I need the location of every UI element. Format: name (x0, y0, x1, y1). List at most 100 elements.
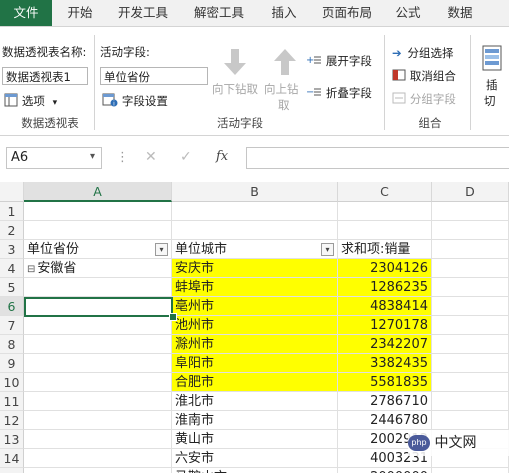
table-cell[interactable] (432, 373, 509, 392)
table-cell[interactable] (432, 392, 509, 411)
column-header-a[interactable]: A (24, 182, 172, 202)
city-cell[interactable]: 蚌埠市 (172, 278, 338, 297)
column-header-c[interactable]: C (338, 182, 432, 202)
city-cell[interactable]: 合肥市 (172, 373, 338, 392)
table-cell[interactable] (24, 373, 172, 392)
row-header[interactable]: 3 (0, 240, 24, 259)
table-cell[interactable] (24, 316, 172, 335)
city-cell[interactable]: 滁州市 (172, 335, 338, 354)
sales-value-cell[interactable]: 2446780 (338, 411, 432, 430)
table-cell[interactable] (432, 297, 509, 316)
pivot-options-button[interactable]: 选项 ▾ (4, 91, 57, 109)
pivot-name-input[interactable]: 数据透视表1 (2, 67, 88, 85)
table-cell[interactable] (432, 468, 509, 473)
table-cell[interactable] (24, 335, 172, 354)
name-box-dropdown-icon[interactable]: ▾ (90, 151, 95, 162)
drill-up-button[interactable]: 向上钻 取 (264, 43, 304, 113)
table-cell[interactable] (432, 240, 509, 259)
table-cell[interactable] (24, 297, 172, 316)
formula-input[interactable] (246, 147, 509, 169)
tab-data[interactable]: 数据 (438, 0, 482, 26)
table-cell[interactable] (24, 221, 172, 240)
table-cell[interactable] (432, 202, 509, 221)
row-header[interactable]: 7 (0, 316, 24, 335)
tab-home[interactable]: 开始 (58, 0, 102, 26)
filter-dropdown-icon[interactable]: ▾ (155, 243, 168, 256)
row-header[interactable]: 13 (0, 430, 24, 449)
tab-file[interactable]: 文件 (0, 0, 52, 26)
table-cell[interactable] (24, 411, 172, 430)
sales-value-cell[interactable]: 2342207 (338, 335, 432, 354)
field-settings-button[interactable]: i 字段设置 (102, 91, 168, 109)
city-cell[interactable]: 阜阳市 (172, 354, 338, 373)
row-header[interactable]: 10 (0, 373, 24, 392)
row-header[interactable]: 8 (0, 335, 24, 354)
sales-value-cell[interactable]: 5581835 (338, 373, 432, 392)
row-header[interactable]: 1 (0, 202, 24, 221)
table-cell[interactable] (432, 316, 509, 335)
table-cell[interactable] (24, 278, 172, 297)
enter-icon[interactable]: ✓ (180, 149, 192, 165)
city-cell[interactable]: 安庆市 (172, 259, 338, 278)
group-field-button[interactable]: 分组字段 (392, 91, 456, 107)
row-header[interactable]: 6 (0, 297, 24, 316)
table-cell[interactable] (432, 221, 509, 240)
name-box[interactable]: A6 (6, 147, 102, 169)
table-cell[interactable] (24, 449, 172, 468)
table-cell[interactable] (24, 430, 172, 449)
sales-value-cell[interactable]: 3382435 (338, 354, 432, 373)
city-cell[interactable]: 黄山市 (172, 430, 338, 449)
insert-slicer-button[interactable]: 插 切 (478, 43, 509, 113)
tab-insert[interactable]: 插入 (262, 0, 306, 26)
collapse-toggle-icon[interactable]: ⊟ (27, 264, 35, 275)
filter-dropdown-icon[interactable]: ▾ (321, 243, 334, 256)
province-cell[interactable]: ⊟ 安徽省 (24, 259, 172, 278)
sales-value-cell[interactable]: 4838414 (338, 297, 432, 316)
active-field-input[interactable]: 单位省份 (100, 67, 208, 85)
city-cell[interactable]: 淮北市 (172, 392, 338, 411)
table-cell[interactable] (338, 202, 432, 221)
sales-value-cell[interactable]: 2304126 (338, 259, 432, 278)
row-header[interactable]: 5 (0, 278, 24, 297)
row-header[interactable]: 9 (0, 354, 24, 373)
table-cell[interactable] (432, 259, 509, 278)
select-all-corner[interactable] (0, 182, 24, 202)
tab-formulas[interactable]: 公式 (386, 0, 430, 26)
city-cell[interactable]: 亳州市 (172, 297, 338, 316)
table-cell[interactable] (432, 278, 509, 297)
insert-function-icon[interactable]: fx (216, 149, 228, 164)
table-cell[interactable] (24, 202, 172, 221)
table-cell[interactable] (432, 354, 509, 373)
header-cell-city[interactable]: 单位城市 (172, 240, 338, 259)
expand-field-button[interactable]: + 展开字段 (306, 53, 372, 69)
cancel-icon[interactable]: ✕ (145, 149, 157, 165)
header-cell-province[interactable]: 单位省份 (24, 240, 172, 259)
city-cell[interactable]: 马鞍山市 (172, 468, 338, 473)
table-cell[interactable] (432, 335, 509, 354)
ungroup-button[interactable]: 取消组合 (392, 68, 456, 84)
sales-value-cell[interactable]: 1270178 (338, 316, 432, 335)
row-header[interactable]: 2 (0, 221, 24, 240)
table-cell[interactable] (338, 221, 432, 240)
row-header[interactable]: 4 (0, 259, 24, 278)
table-cell[interactable] (24, 392, 172, 411)
city-cell[interactable]: 淮南市 (172, 411, 338, 430)
tab-developer[interactable]: 开发工具 (108, 0, 178, 26)
collapse-field-button[interactable]: − 折叠字段 (306, 85, 372, 101)
table-cell[interactable] (172, 221, 338, 240)
row-header[interactable]: 12 (0, 411, 24, 430)
table-cell[interactable] (24, 468, 172, 473)
row-header[interactable]: 14 (0, 449, 24, 468)
group-selection-button[interactable]: ➔ 分组选择 (392, 45, 453, 61)
sales-value-cell[interactable]: 2786710 (338, 392, 432, 411)
city-cell[interactable]: 六安市 (172, 449, 338, 468)
row-header[interactable]: 15 (0, 468, 24, 473)
header-cell-sales-sum[interactable]: 求和项:销量 (338, 240, 432, 259)
drill-down-button[interactable]: 向下钻取 (210, 43, 260, 113)
table-cell[interactable] (432, 411, 509, 430)
tab-decrypt-tools[interactable]: 解密工具 (184, 0, 254, 26)
table-cell[interactable] (172, 202, 338, 221)
city-cell[interactable]: 池州市 (172, 316, 338, 335)
tab-page-layout[interactable]: 页面布局 (312, 0, 382, 26)
column-header-d[interactable]: D (432, 182, 509, 202)
